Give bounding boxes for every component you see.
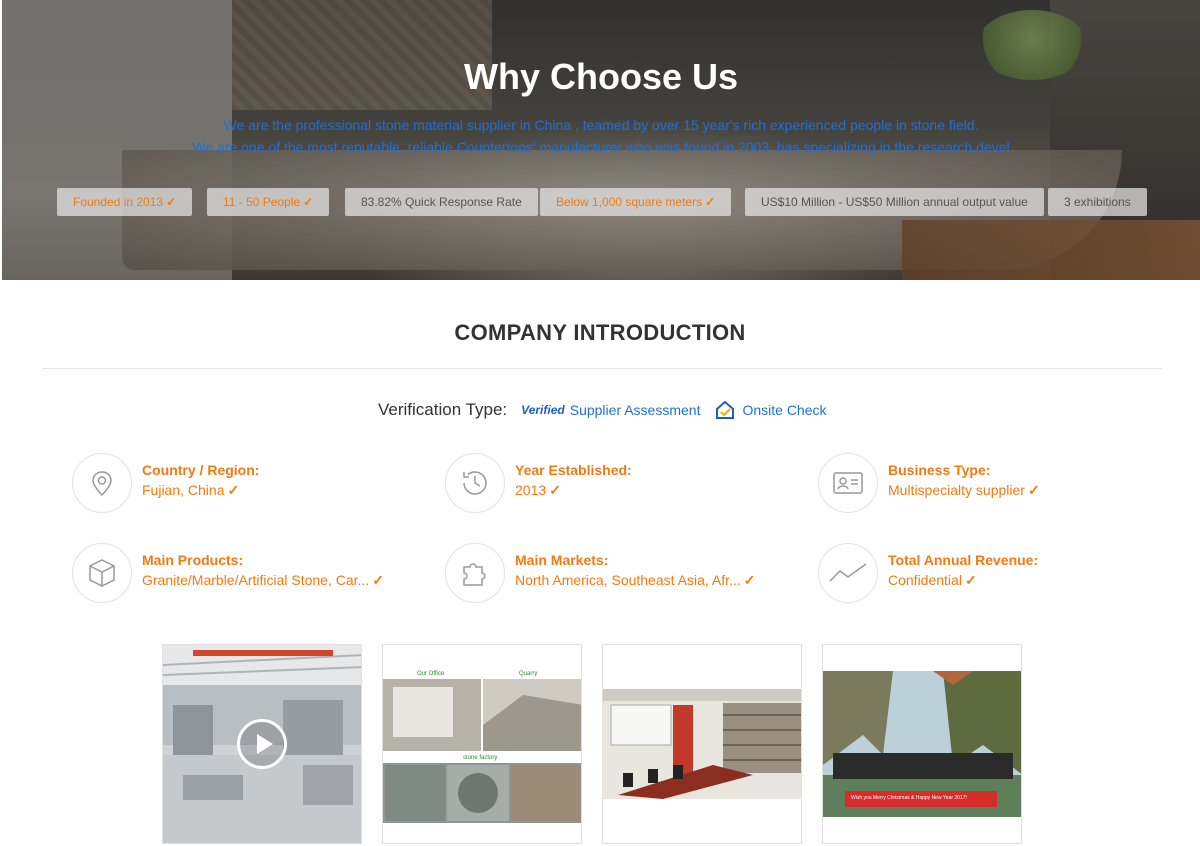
badge-factory-size: Below 1,000 square meters ✓ xyxy=(540,188,732,216)
onsite-check-link[interactable]: Onsite Check xyxy=(742,402,826,418)
verified-logo: Verified xyxy=(521,403,565,417)
line-chart-icon xyxy=(829,563,867,582)
badge-people: 11 - 50 People ✓ xyxy=(207,188,330,216)
fact-total-annual-revenue: Total Annual Revenue: Confidential ✓ xyxy=(818,543,1178,603)
showroom-photo xyxy=(603,645,801,843)
meeting-room-photo[interactable] xyxy=(602,644,802,844)
check-icon: ✓ xyxy=(964,572,977,588)
fact-main-products: Main Products: Granite/Marble/Artificial… xyxy=(72,543,432,603)
fact-label: Country / Region: xyxy=(142,462,260,478)
badge-output-value: US$10 Million - US$50 Million annual out… xyxy=(745,188,1044,216)
collage-photo xyxy=(383,645,581,843)
fact-label: Main Products: xyxy=(142,552,244,568)
fact-value: North America, Southeast Asia, Afr... ✓ xyxy=(515,572,756,588)
team-group-photo xyxy=(823,645,1021,843)
verification-label: Verification Type: xyxy=(378,400,508,419)
check-icon: ✓ xyxy=(743,572,756,588)
fact-business-type: Business Type: Multispecialty supplier ✓ xyxy=(818,453,1178,513)
verification-type: Verification Type: Verified Supplier Ass… xyxy=(378,398,827,422)
company-badges: Founded in 2013 ✓ 11 - 50 People ✓ 83.82% … xyxy=(2,188,1200,216)
photo-caption: stone factory xyxy=(463,755,498,761)
check-icon: ✓ xyxy=(303,195,314,209)
id-card-icon xyxy=(833,472,863,494)
check-icon: ✓ xyxy=(1027,482,1040,498)
divider xyxy=(42,368,1162,369)
fact-value: Granite/Marble/Artificial Stone, Car... ✓ xyxy=(142,572,384,588)
check-icon: ✓ xyxy=(372,572,384,588)
puzzle-icon xyxy=(463,563,486,586)
fact-main-markets: Main Markets: North America, Southeast A… xyxy=(445,543,805,603)
fact-label: Main Markets: xyxy=(515,552,609,568)
photo-caption: Our Office xyxy=(417,671,445,677)
hero-title: Why Choose Us xyxy=(463,56,739,97)
photo-caption: Quarry xyxy=(519,671,538,677)
badge-response-rate: 83.82% Quick Response Rate xyxy=(345,188,538,216)
fact-year-established: Year Established: 2013 ✓ xyxy=(445,453,805,513)
badge-founded: Founded in 2013 ✓ xyxy=(57,188,193,216)
check-icon: ✓ xyxy=(705,195,716,209)
onsite-check-icon xyxy=(716,400,735,419)
hero-description-line-1: We are the professional stone material s… xyxy=(223,117,979,133)
team-photo[interactable]: Wish you Merry Christmas & Happy New Yea… xyxy=(822,644,1022,844)
fact-value: Fujian, China ✓ xyxy=(142,482,240,498)
box-icon xyxy=(89,559,115,587)
check-icon: ✓ xyxy=(549,482,561,498)
office-quarry-factory-photo[interactable]: Our Office Quarry stone factory xyxy=(382,644,582,844)
hero-banner: Why Choose Us We are the professional st… xyxy=(2,0,1200,280)
factory-video-thumbnail[interactable] xyxy=(162,644,362,844)
supplier-assessment-link[interactable]: Supplier Assessment xyxy=(570,402,701,418)
fact-value: Multispecialty supplier ✓ xyxy=(888,482,1040,498)
badge-exhibitions: 3 exhibitions xyxy=(1048,188,1147,216)
hero-description-line-2: We are one of the most reputable, reliab… xyxy=(192,139,1010,155)
fact-value: 2013 ✓ xyxy=(515,482,561,498)
fact-label: Total Annual Revenue: xyxy=(888,552,1039,568)
fact-value: Confidential ✓ xyxy=(888,572,977,588)
banner-text: Wish you Merry Christmas & Happy New Yea… xyxy=(851,795,967,801)
section-title: COMPANY INTRODUCTION xyxy=(454,320,746,345)
fact-label: Year Established: xyxy=(515,462,632,478)
play-icon[interactable] xyxy=(237,719,287,769)
check-icon: ✓ xyxy=(227,482,240,498)
clock-history-icon xyxy=(463,471,487,495)
location-pin-icon xyxy=(92,471,112,497)
fact-country-region: Country / Region: Fujian, China ✓ xyxy=(72,453,432,513)
fact-label: Business Type: xyxy=(888,462,991,478)
check-icon: ✓ xyxy=(166,195,177,209)
